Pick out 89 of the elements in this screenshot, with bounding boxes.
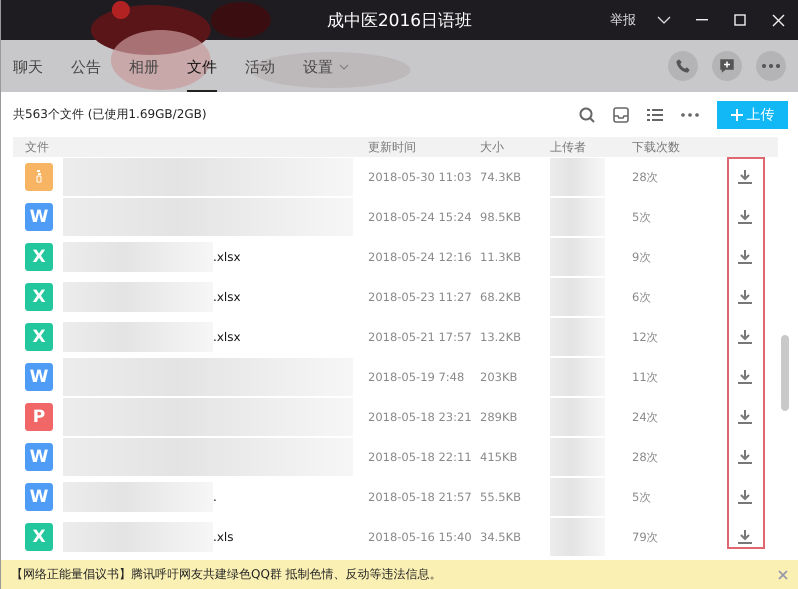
download-icon[interactable] [738,170,752,184]
table-cell-text: 5次 [632,490,652,504]
download-icon[interactable] [738,250,752,264]
table-cell-text: 2018-05-18 23:21 [368,410,473,424]
table-cell-text: 68.2KB [480,290,522,304]
inbox-icon[interactable] [613,106,629,122]
download-icon[interactable] [738,530,752,544]
file-type-icon: W [25,203,53,231]
table-cell-text: 2018-05-24 12:16 [368,250,473,264]
more-icon [762,64,780,68]
table-cell-text: 28次 [632,170,660,184]
table-cell-text: 55.5KB [480,490,522,504]
table-cell-text: 415KB [480,450,518,464]
table-cell-text: 34.5KB [480,530,522,544]
table-cell-text: 28次 [632,450,660,464]
download-icon[interactable] [738,490,752,504]
blurred-uploader [550,438,605,476]
phone-icon [675,58,691,74]
zip-file-icon [25,163,53,191]
file-type-icon: P [25,403,53,431]
report-link[interactable]: 举报 [610,11,636,29]
tab[interactable]: 公告 [71,40,101,92]
scrollbar-thumb[interactable] [781,335,789,411]
column-header: 上传者 [550,138,587,156]
file-type-icon: X [25,283,53,311]
download-icon[interactable] [738,330,752,344]
file-name: . [213,490,217,504]
blurred-uploader [550,198,605,236]
file-type-icon: X [25,323,53,351]
file-name: .xlsx [213,290,241,304]
table-cell-text: 289KB [480,410,518,424]
blurred-uploader [550,478,605,516]
file-type-icon: X [25,523,53,551]
window-title: 成中医2016日语班 [326,10,472,32]
table-cell-text: 203KB [480,370,518,384]
blurred-uploader [550,238,605,276]
file-type-icon: W [25,483,53,511]
column-header: 更新时间 [368,138,417,156]
table-cell-text: 2018-05-30 11:03 [368,170,473,184]
table-cell-text: 2018-05-24 15:24 [368,210,473,224]
file-type-icon: W [25,443,53,471]
blurred-uploader [550,318,605,356]
search-icon[interactable] [579,106,595,122]
file-name: .xls [213,530,234,544]
table-cell-text: 2018-05-23 11:27 [368,290,473,304]
table-cell-text: 24次 [632,410,660,424]
download-icon[interactable] [738,370,752,384]
plus-icon [730,108,742,120]
tab[interactable]: 设置 [303,40,349,92]
chat-plus-icon [718,57,736,75]
tab[interactable]: 文件 [187,40,217,92]
blurred-uploader [550,358,605,396]
more-icon[interactable] [681,112,699,116]
notice-text: 【网络正能量倡议书】腾讯呼吁网友共建绿色QQ群 抵制色情、反动等违法信息。 [11,566,442,583]
file-type-icon: X [25,243,53,271]
file-name: .xlsx [213,330,241,344]
file-name: .xlsx [213,250,241,264]
table-cell-text: 6次 [632,290,652,304]
download-icon[interactable] [738,290,752,304]
download-icon[interactable] [738,450,752,464]
file-type-icon: W [25,363,53,391]
list-view-icon[interactable] [647,108,663,122]
table-cell-text: 5次 [632,210,652,224]
download-icon[interactable] [738,210,752,224]
tab[interactable]: 相册 [129,40,159,92]
table-cell-text: 2018-05-21 17:57 [368,330,473,344]
download-icon[interactable] [738,410,752,424]
table-cell-text: 74.3KB [480,170,522,184]
file-summary: 共563个文件 (已使用1.69GB/2GB) [13,106,207,123]
table-cell-text: 11.3KB [480,250,522,264]
table-cell-text: 11次 [632,370,660,384]
table-cell-text: 12次 [632,330,660,344]
table-cell-text: 2018-05-16 15:40 [368,530,473,544]
tab[interactable]: 聊天 [13,40,43,92]
column-header: 下载次数 [632,138,681,156]
table-cell-text: 79次 [632,530,660,544]
table-cell-text: 2018-05-19 7:48 [368,370,466,384]
blurred-uploader [550,278,605,316]
tab[interactable]: 活动 [245,40,275,92]
table-cell-text: 9次 [632,250,652,264]
table-cell-text: 2018-05-18 21:57 [368,490,473,504]
blurred-uploader [550,158,605,196]
table-cell-text: 13.2KB [480,330,522,344]
table-cell-text: 2018-05-18 22:11 [368,450,473,464]
column-header: 大小 [480,138,505,156]
blurred-uploader [550,518,605,556]
table-cell-text: 98.5KB [480,210,522,224]
column-header: 文件 [24,138,50,156]
blurred-uploader [550,398,605,436]
